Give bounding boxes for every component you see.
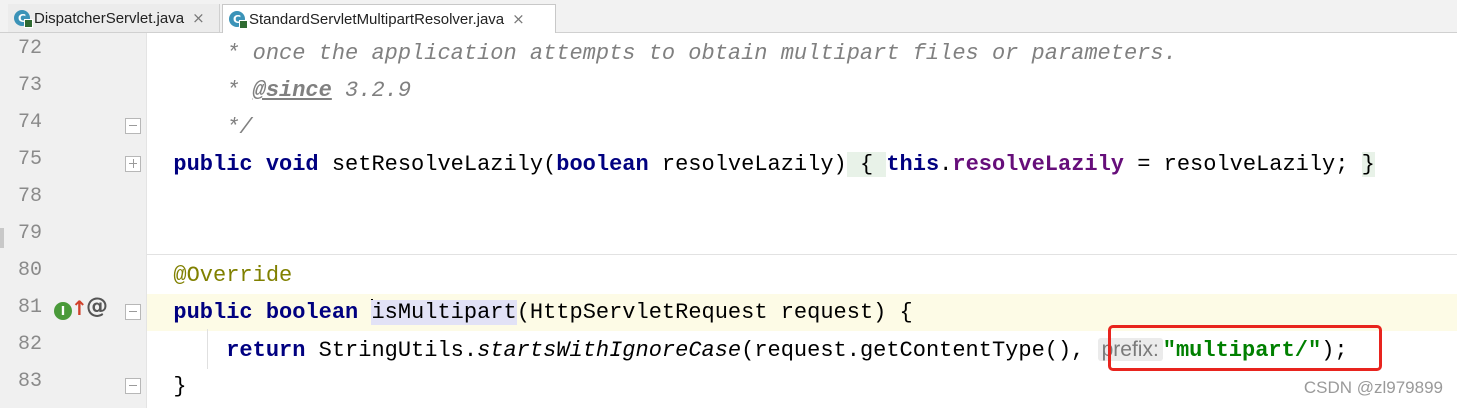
java-class-icon: C	[14, 10, 33, 28]
assignment: = resolveLazily;	[1124, 152, 1362, 177]
line-number: 83	[18, 370, 43, 393]
method-name: setResolveLazily(	[331, 152, 557, 177]
line-number: 72	[18, 37, 43, 60]
code-line-83: }	[147, 368, 1457, 405]
javadoc-text: * once the application attempts to obtai…	[226, 41, 1177, 66]
javadoc-end: */	[226, 115, 253, 140]
method-signature: (HttpServletRequest request) {	[516, 300, 913, 325]
javadoc-star: *	[226, 78, 253, 103]
code-line-80: @Override	[147, 257, 1457, 294]
field-name: resolveLazily	[952, 152, 1125, 177]
keyword: public void	[173, 152, 332, 177]
keyword: return	[226, 338, 319, 363]
line-number: 75	[18, 148, 43, 171]
fold-collapse-icon[interactable]	[125, 118, 141, 134]
tab-standard-servlet-multipart-resolver[interactable]: C StandardServletMultipartResolver.java …	[222, 4, 556, 33]
folded-brace[interactable]: }	[1361, 152, 1375, 177]
static-method: startsWithIgnoreCase	[477, 338, 742, 363]
java-class-icon: C	[229, 11, 248, 29]
tab-label: StandardServletMultipartResolver.java	[249, 10, 505, 28]
line-number: 78	[18, 185, 43, 208]
line-number: 82	[18, 333, 43, 356]
close-icon[interactable]: ×	[512, 10, 525, 28]
line-number: 80	[18, 259, 43, 282]
line-number: 74	[18, 111, 43, 134]
javadoc-since-tag: @since	[252, 78, 332, 103]
watermark: CSDN @zl979899	[1303, 378, 1443, 397]
editor-tab-bar: C DispatcherServlet.java × C StandardSer…	[0, 0, 1457, 33]
line-number: 79	[18, 222, 43, 245]
code-line-74: */	[147, 109, 1457, 146]
keyword: boolean	[556, 152, 649, 177]
keyword: public boolean	[173, 300, 372, 325]
code-line-73: * @since 3.2.9	[147, 72, 1457, 109]
fold-expand-icon[interactable]	[125, 156, 141, 172]
tab-dispatcher-servlet[interactable]: C DispatcherServlet.java ×	[8, 4, 220, 32]
annotation-override-icon[interactable]: @	[86, 294, 108, 319]
closing-brace: }	[173, 374, 187, 399]
implements-method-icon[interactable]: I	[54, 302, 72, 320]
class-ref: StringUtils.	[318, 338, 478, 363]
fold-collapse-icon[interactable]	[125, 378, 141, 394]
method-separator	[147, 254, 1457, 255]
annotation: @Override	[173, 263, 293, 288]
close-icon[interactable]: ×	[192, 9, 205, 27]
param: resolveLazily)	[648, 152, 847, 177]
call-args: (request.getContentType(),	[741, 338, 1098, 363]
line-number: 73	[18, 74, 43, 97]
line-number: 81	[18, 296, 43, 319]
fold-collapse-icon[interactable]	[125, 304, 141, 320]
indent-guide	[207, 329, 208, 369]
tab-label: DispatcherServlet.java	[34, 9, 185, 27]
dot: .	[939, 152, 953, 177]
method-name-highlighted[interactable]: isMultipart	[371, 300, 517, 325]
keyword-this: this	[886, 152, 940, 177]
scroll-marker[interactable]	[0, 228, 4, 248]
code-line-75: public void setResolveLazily(boolean res…	[147, 146, 1457, 183]
javadoc-version: 3.2.9	[331, 78, 412, 103]
highlight-box	[1108, 325, 1382, 371]
folded-brace[interactable]: {	[846, 152, 887, 177]
code-line-72: * once the application attempts to obtai…	[147, 35, 1457, 72]
